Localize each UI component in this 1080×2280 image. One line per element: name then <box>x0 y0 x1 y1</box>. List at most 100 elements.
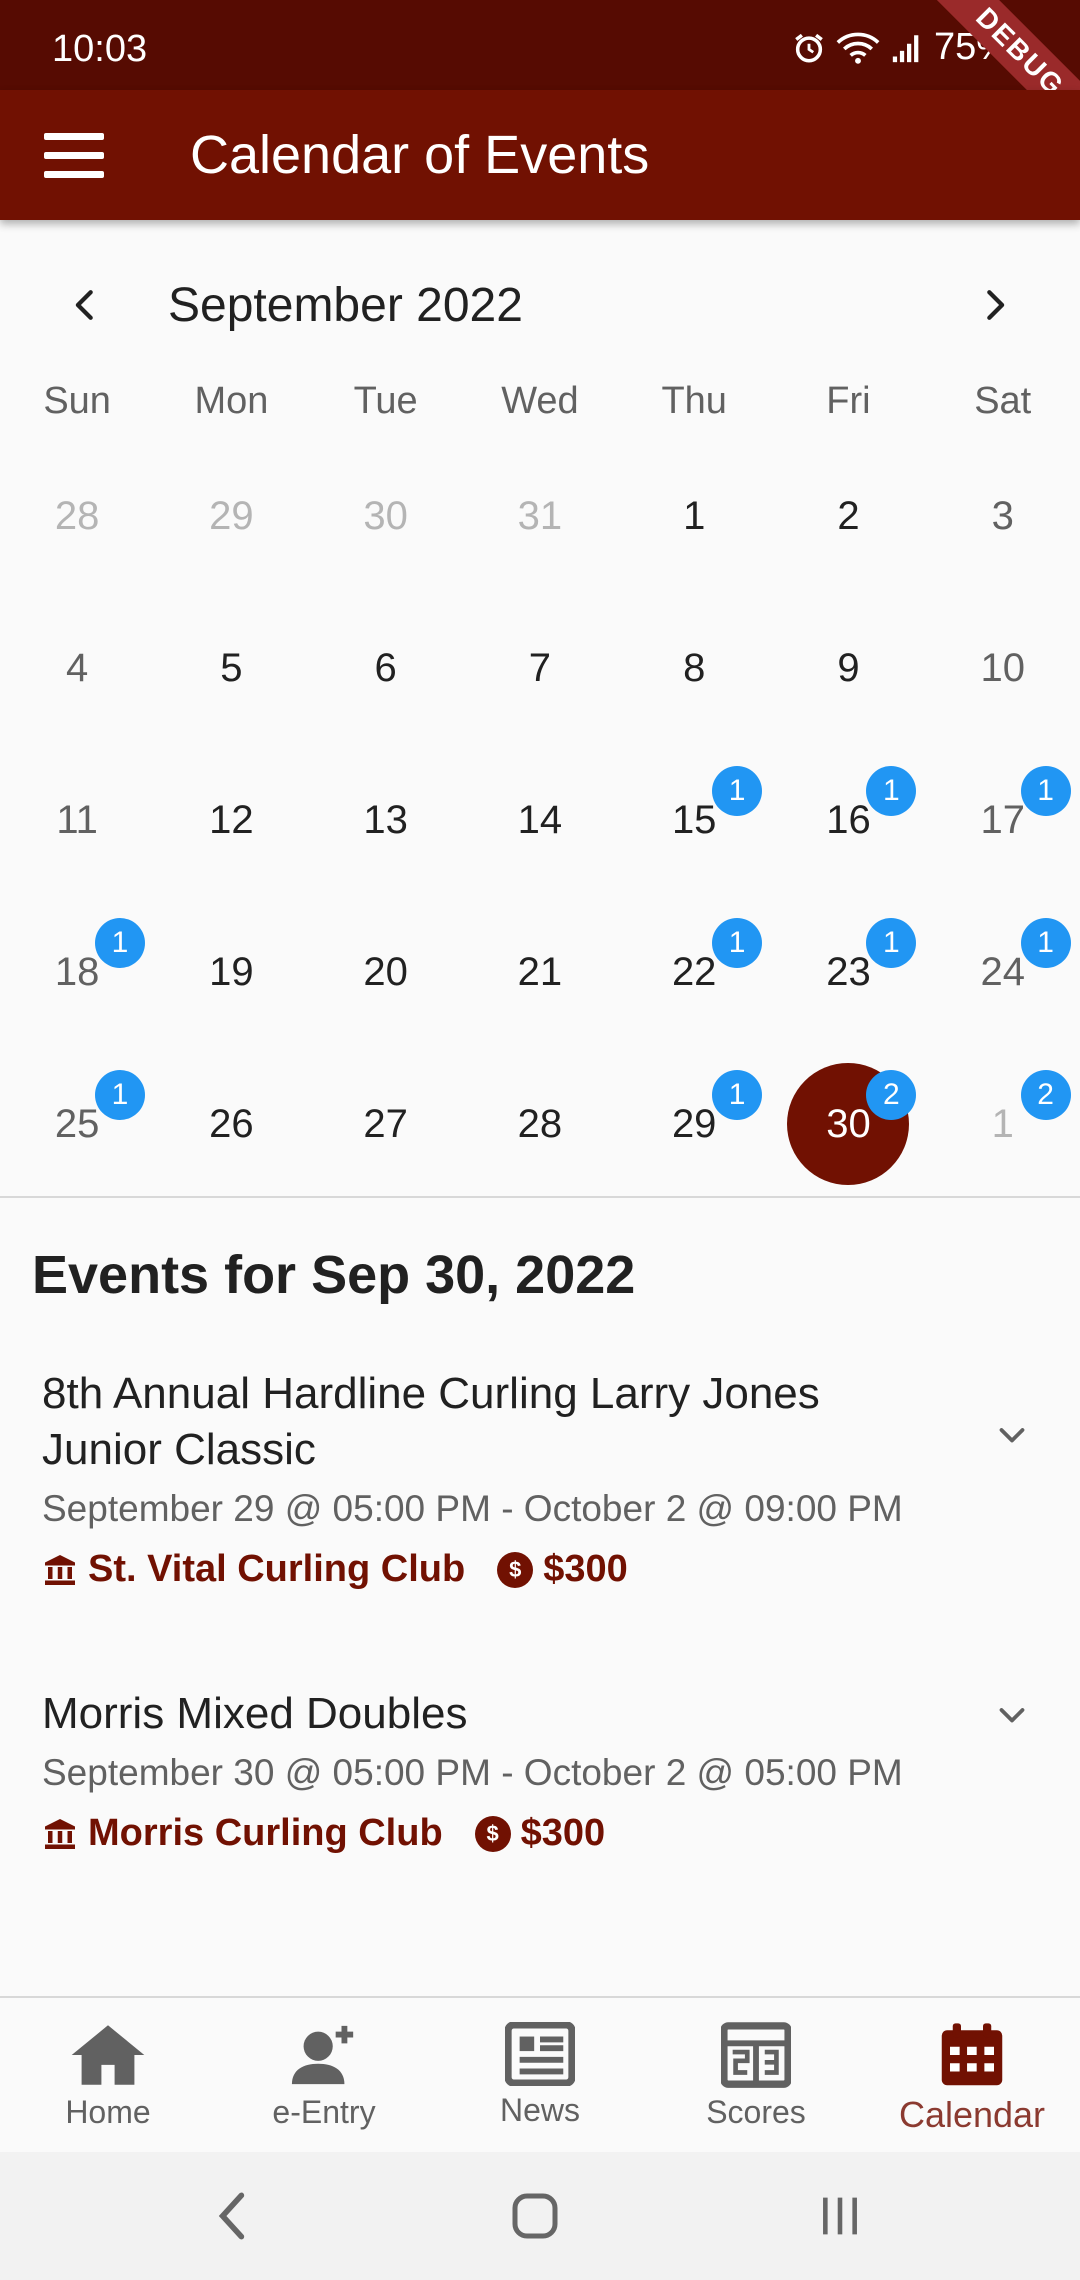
day-number: 3 <box>991 493 1014 538</box>
day-number: 10 <box>980 645 1025 690</box>
day-cell[interactable]: 22 1 <box>617 896 771 1048</box>
day-cell[interactable]: 8 <box>617 592 771 744</box>
day-cell[interactable]: 2 <box>771 440 925 592</box>
day-cell[interactable]: 10 <box>926 592 1080 744</box>
day-number: 24 <box>980 949 1025 994</box>
back-button[interactable] <box>192 2186 272 2246</box>
event-title: 8th Annual Hardline Curling Larry Jones … <box>42 1369 820 1474</box>
day-cell[interactable]: 19 <box>154 896 308 1048</box>
recent-apps-icon <box>823 2197 857 2235</box>
expand-button[interactable] <box>982 1686 1042 1746</box>
day-cell[interactable]: 27 <box>309 1048 463 1200</box>
day-number: 1 <box>683 493 706 538</box>
next-month-button[interactable] <box>960 270 1030 340</box>
day-cell[interactable]: 16 1 <box>771 744 925 896</box>
event-count-badge: 2 <box>866 1070 917 1120</box>
day-cell[interactable]: 5 <box>154 592 308 744</box>
day-number: 19 <box>209 949 254 994</box>
day-number: 25 <box>54 1101 100 1146</box>
day-cell[interactable]: 3 <box>926 440 1080 592</box>
nav-scores[interactable]: Scores <box>648 1998 864 2154</box>
event-item[interactable]: 8th Annual Hardline Curling Larry Jones … <box>42 1366 1042 1591</box>
weekday-label: Thu <box>661 380 727 422</box>
day-number: 7 <box>528 645 552 690</box>
day-cell[interactable]: 17 1 <box>926 744 1080 896</box>
screen: { "status": { "time": "10:03", "battery"… <box>0 0 1080 2280</box>
day-cell[interactable]: 4 <box>0 592 154 744</box>
weekday-label: Wed <box>501 380 579 422</box>
nav-home[interactable]: Home <box>0 1998 216 2154</box>
menu-icon[interactable] <box>32 120 116 190</box>
day-cell[interactable]: 20 <box>309 896 463 1048</box>
day-cell[interactable]: 6 <box>309 592 463 744</box>
home-icon <box>71 2025 145 2085</box>
day-cell[interactable]: 25 1 <box>0 1048 154 1200</box>
event-count-badge: 1 <box>712 918 763 968</box>
day-number: 14 <box>517 797 563 842</box>
nav-news[interactable]: News <box>432 1998 648 2154</box>
events-heading: Events for Sep 30, 2022 <box>32 1245 636 1305</box>
day-number: 6 <box>374 645 397 690</box>
previous-month-button[interactable] <box>50 270 120 340</box>
status-time: 10:03 <box>52 28 148 70</box>
recent-apps-button[interactable] <box>800 2186 880 2246</box>
weekday-label: Sat <box>974 380 1032 422</box>
day-number: 8 <box>683 645 706 690</box>
day-cell[interactable]: 31 <box>463 440 617 592</box>
event-item[interactable]: Morris Mixed Doubles September 30 @ 05:0… <box>42 1686 1042 1855</box>
day-number: 9 <box>837 645 860 690</box>
divider <box>0 1196 1080 1198</box>
day-cell[interactable]: 12 <box>154 744 308 896</box>
day-cell-selected[interactable]: 30 2 <box>771 1048 925 1200</box>
calendar-icon <box>941 2023 1003 2086</box>
event-count-badge: 1 <box>712 766 763 816</box>
day-cell[interactable]: 15 1 <box>617 744 771 896</box>
home-system-button[interactable] <box>495 2186 575 2246</box>
day-cell[interactable]: 28 <box>463 1048 617 1200</box>
day-number: 30 <box>363 493 408 538</box>
day-cell[interactable]: 21 <box>463 896 617 1048</box>
day-cell[interactable]: 30 <box>309 440 463 592</box>
calendar-grid: 28 29 30 31 1 2 3 4 5 6 7 8 9 10 11 12 13 14 15 1 16 1 17 1 18 1 1… <box>0 440 1080 1200</box>
day-cell[interactable]: 9 <box>771 592 925 744</box>
day-cell[interactable]: 12 <box>926 1048 1080 1200</box>
scoreboard-icon <box>721 2022 791 2088</box>
day-number: 31 <box>517 493 563 538</box>
day-number: 27 <box>363 1101 408 1146</box>
day-cell[interactable]: 29 <box>154 440 308 592</box>
weekday-header: Sun Mon Tue Wed Thu Fri Sat <box>0 380 1080 440</box>
expand-button[interactable] <box>982 1406 1042 1466</box>
event-count-badge: 1 <box>866 918 917 968</box>
day-cell[interactable]: 7 <box>463 592 617 744</box>
system-nav-bar <box>0 2152 1080 2280</box>
month-header: September 2022 <box>0 250 1080 360</box>
day-cell[interactable]: 23 1 <box>771 896 925 1048</box>
day-number: 1 <box>991 1101 1014 1146</box>
nav-calendar[interactable]: Calendar <box>864 1998 1080 2154</box>
day-cell[interactable]: 18 1 <box>0 896 154 1048</box>
day-number: 22 <box>671 949 717 994</box>
day-number: 4 <box>66 645 89 690</box>
event-meta: St. Vital Curling Club $ $300 <box>42 1548 1042 1591</box>
day-cell[interactable]: 1 <box>617 440 771 592</box>
event-dates: September 29 @ 05:00 PM - October 2 @ 09… <box>42 1488 903 1529</box>
day-number: 26 <box>209 1101 254 1146</box>
day-cell[interactable]: 11 <box>0 744 154 896</box>
day-cell[interactable]: 28 <box>0 440 154 592</box>
event-count-badge: 1 <box>1020 766 1071 816</box>
day-number: 28 <box>517 1101 563 1146</box>
day-cell[interactable]: 24 1 <box>926 896 1080 1048</box>
day-cell[interactable]: 26 <box>154 1048 308 1200</box>
day-cell[interactable]: 13 <box>309 744 463 896</box>
nav-label: Home <box>65 2094 151 2130</box>
weekday-label: Tue <box>353 380 418 422</box>
day-cell[interactable]: 14 <box>463 744 617 896</box>
day-number: 16 <box>826 797 871 842</box>
newspaper-icon <box>505 2022 575 2086</box>
weekday-label: Mon <box>194 380 269 422</box>
nav-e-entry[interactable]: e-Entry <box>216 1998 432 2154</box>
day-number: 13 <box>363 797 408 842</box>
fee-label: $300 <box>543 1548 628 1590</box>
event-venue: Morris Curling Club <box>42 1812 443 1855</box>
day-cell[interactable]: 29 1 <box>617 1048 771 1200</box>
